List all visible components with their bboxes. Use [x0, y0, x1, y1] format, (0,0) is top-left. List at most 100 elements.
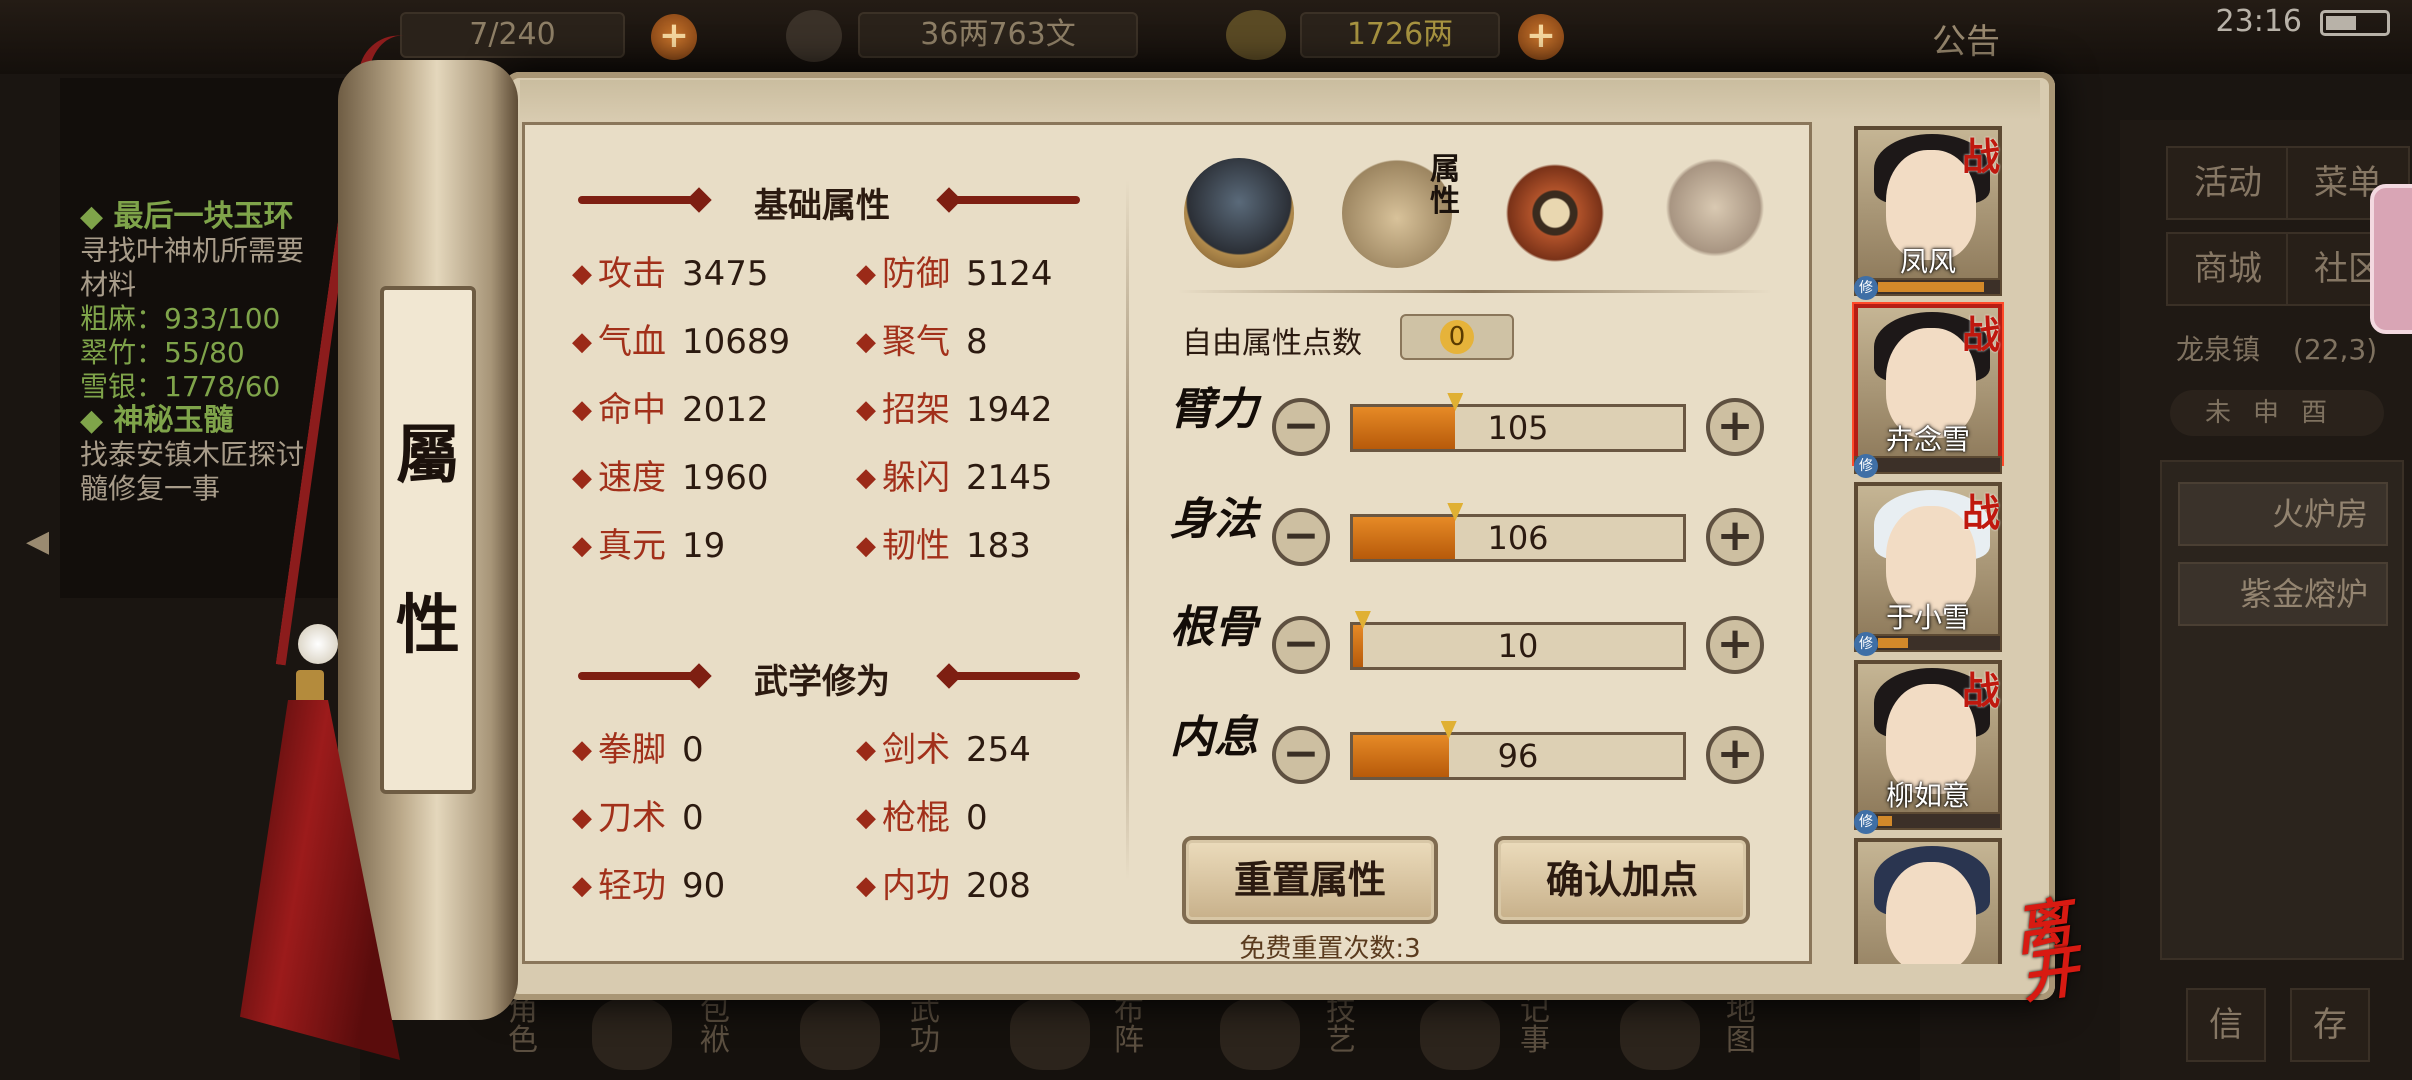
nav-martial[interactable]: 武功 — [910, 996, 950, 1056]
leave-button[interactable]: 离开 — [2011, 891, 2124, 1012]
place-item[interactable]: 火炉房 — [2178, 482, 2388, 546]
place-item[interactable]: 紫金熔炉 — [2178, 562, 2388, 626]
stat-hit: ◆ 命中 2012 — [572, 390, 769, 430]
nav-skills[interactable]: 技艺 — [1326, 996, 1366, 1056]
stat-speed: ◆ 速度 1960 — [572, 458, 769, 498]
meridian-tab-icon[interactable] — [1660, 158, 1770, 268]
add-storage-button[interactable]: + — [651, 14, 697, 60]
party-member-card[interactable]: 卉念雪 战 — [1854, 304, 2002, 464]
party-member-card[interactable]: 于小雪 战 — [1854, 482, 2002, 642]
increase-button[interactable]: + — [1706, 398, 1764, 456]
decrease-button[interactable]: − — [1272, 508, 1330, 566]
increase-button[interactable]: + — [1706, 616, 1764, 674]
free-reset-count: 免费重置次数:3 — [1239, 934, 1421, 964]
shop-button[interactable]: 商城 — [2166, 232, 2290, 306]
party-list: 凤风 战 修 卉念雪 战 修 于小雪 战 修 柳如意 战 修 — [1846, 126, 2006, 964]
battle-badge: 战 — [1961, 312, 2000, 357]
stat-value: 8 — [966, 322, 988, 362]
stat-value: 0 — [682, 798, 704, 838]
stat-value: 1960 — [682, 458, 769, 498]
attribute-name: 身法 — [1170, 494, 1258, 545]
side-popup-tab[interactable] — [2370, 184, 2412, 334]
stat-label: 聚气 — [882, 322, 950, 362]
stat-value: 90 — [682, 866, 726, 906]
journal-icon[interactable] — [1420, 998, 1500, 1070]
cultivation-bar: 修 — [1854, 632, 2002, 656]
party-member-name: 卉念雪 — [1885, 423, 1970, 456]
nav-journal[interactable]: 记事 — [1520, 996, 1560, 1056]
map-icon[interactable] — [1620, 998, 1700, 1070]
collapse-arrow-icon[interactable]: ◀ — [26, 524, 49, 559]
mail-button[interactable]: 信 — [2186, 988, 2266, 1062]
decrease-button[interactable]: − — [1272, 616, 1330, 674]
cultivation-bar: 修 — [1854, 810, 2002, 834]
cultivation-badge: 修 — [1854, 276, 1878, 300]
quest-desc: 髓修复一事 — [80, 472, 221, 505]
party-member-card[interactable]: 凤风 战 — [1854, 126, 2002, 286]
attribute-bar: 105 — [1350, 393, 1686, 452]
activity-button[interactable]: 活动 — [2166, 146, 2290, 220]
battle-badge: 战 — [1961, 490, 2000, 535]
decrease-button[interactable]: − — [1272, 398, 1330, 456]
stat-focus: ◆ 聚气 8 — [856, 322, 988, 362]
jade-bead-icon — [298, 624, 338, 664]
stat-label: 攻击 — [598, 254, 666, 294]
nav-map[interactable]: 地图 — [1726, 996, 1766, 1056]
stat-label: 枪棍 — [882, 798, 950, 838]
stat-label: 拳脚 — [598, 730, 666, 770]
quest-item: 雪银：1778/60 — [80, 370, 281, 403]
cultivation-badge: 修 — [1854, 632, 1878, 656]
stat-label: 防御 — [882, 254, 950, 294]
stat-label: 气血 — [598, 322, 666, 362]
nav-bag[interactable]: 包袱 — [700, 996, 740, 1056]
stat-label: 刀术 — [598, 798, 666, 838]
formation-icon[interactable] — [1010, 998, 1090, 1070]
stat-blade: ◆ 刀术 0 — [572, 798, 704, 838]
battle-badge: 战 — [1961, 668, 2000, 713]
party-member-card[interactable]: 柳如意 战 — [1854, 660, 2002, 820]
bag-icon[interactable] — [592, 998, 672, 1070]
attribute-name: 根骨 — [1170, 602, 1258, 653]
nav-formation[interactable]: 布阵 — [1114, 996, 1154, 1056]
quest-title: ◆ 最后一块玉环 — [80, 199, 294, 234]
stat-value: 10689 — [682, 322, 791, 362]
quest-tracker[interactable]: ◆ 最后一块玉环 寻找叶神机所需要 材料 粗麻：933/100 翠竹：55/80… — [80, 200, 304, 506]
stat-value: 3475 — [682, 254, 769, 294]
tab-separator — [1178, 290, 1772, 293]
quest-title: ◆ 神秘玉髓 — [80, 403, 234, 438]
cultivation-badge: 修 — [1854, 454, 1878, 478]
stat-inner-art: ◆ 内功 208 — [856, 866, 1031, 906]
add-gold-button[interactable]: + — [1518, 14, 1564, 60]
party-member-card[interactable] — [1854, 838, 2002, 964]
nav-role[interactable]: 角色 — [508, 996, 548, 1056]
martial-book-icon[interactable] — [800, 998, 880, 1070]
notice-button[interactable]: 公告 — [1932, 14, 2000, 63]
scroll-title-char: 性 — [396, 588, 460, 663]
time-compass: 未申酉 — [2170, 390, 2384, 436]
location-coords: (22,3) — [2292, 333, 2378, 366]
quest-desc: 寻找叶神机所需要 — [80, 234, 305, 267]
reset-attributes-button[interactable]: 重置属性 — [1182, 836, 1438, 924]
free-points-value: 0 — [1440, 320, 1474, 354]
stat-dodge: ◆ 躲闪 2145 — [856, 458, 1053, 498]
clock: 23:16 — [2215, 4, 2302, 39]
storage-value: 7/240 — [469, 17, 556, 52]
cultivation-bar: 修 — [1854, 276, 2002, 300]
attribute-value: 10 — [1497, 627, 1539, 665]
gold-value: 1726两 — [1346, 17, 1454, 52]
equipment-tab-icon[interactable] — [1184, 158, 1294, 268]
save-button[interactable]: 存 — [2290, 988, 2370, 1062]
increase-button[interactable]: + — [1706, 508, 1764, 566]
decrease-button[interactable]: − — [1272, 726, 1330, 784]
increase-button[interactable]: + — [1706, 726, 1764, 784]
confirm-points-button[interactable]: 确认加点 — [1494, 836, 1750, 924]
scroll-title-char: 屬 — [396, 418, 460, 493]
money-counter: 36两763文 — [858, 12, 1138, 58]
stat-toughness: ◆ 韧性 183 — [856, 526, 1031, 566]
party-member-name: 柳如意 — [1885, 779, 1970, 812]
location-label: 龙泉镇 (22,3) — [2176, 328, 2377, 368]
cultivation-bar: 修 — [1854, 454, 2002, 478]
skill-icon[interactable] — [1220, 998, 1300, 1070]
bagua-tab-icon[interactable] — [1500, 158, 1610, 268]
stat-value: 208 — [966, 866, 1031, 906]
